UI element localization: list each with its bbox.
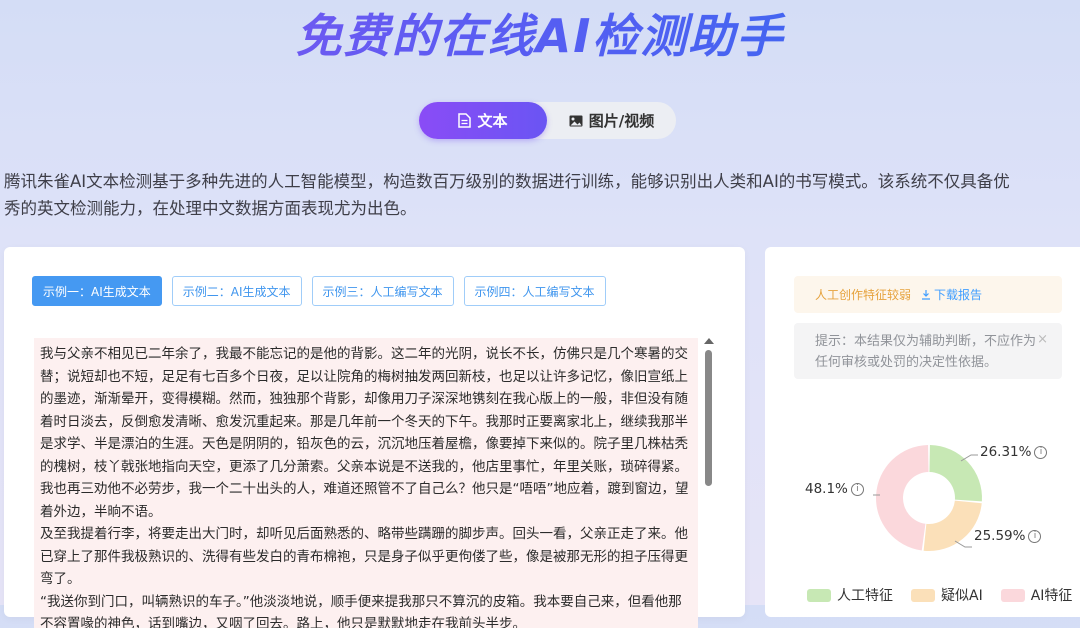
example-4-button[interactable]: 示例四：人工编写文本	[464, 276, 606, 306]
description: 腾讯朱雀AI文本检测基于多种先进的人工智能模型，构造数百万级别的数据进行训练，能…	[4, 168, 1080, 222]
chart-label-ai: 48.1% i	[805, 481, 864, 497]
legend-item-suspected[interactable]: 疑似AI	[911, 585, 983, 605]
input-card: 示例一：AI生成文本 示例二：AI生成文本 示例三：人工编写文本 示例四：人工编…	[4, 247, 745, 617]
legend-swatch-ai	[1001, 589, 1025, 602]
info-icon[interactable]: i	[1028, 530, 1041, 543]
text-input-area[interactable]: 我与父亲不相见已二年余了，我最不能忘记的是他的背影。这二年的光阴，说长不长，仿佛…	[34, 338, 698, 628]
chart-label-human: 26.31% i	[980, 444, 1047, 460]
text-paragraph-3: “我送你到门口，叫辆熟识的车子。”他淡淡地说，顺手便来提我那只不算沉的皮箱。我本…	[34, 591, 698, 628]
example-3-button[interactable]: 示例三：人工编写文本	[312, 276, 454, 306]
feature-alert: 人工创作特征较弱 下载报告	[794, 276, 1062, 313]
text-scrollbar[interactable]	[703, 338, 715, 618]
info-icon[interactable]: i	[851, 483, 864, 496]
page-title: 免费的在线AI检测助手	[0, 4, 1080, 68]
image-icon	[569, 115, 583, 127]
chart-value-ai: 48.1%	[805, 481, 848, 497]
tab-text-label: 文本	[477, 110, 507, 131]
document-icon	[458, 113, 471, 128]
text-paragraph-2: 及至我提着行李，将要走出大门时，却听见后面熟悉的、略带些蹒跚的脚步声。回头一看，…	[34, 523, 698, 591]
scroll-up-arrow-icon[interactable]	[704, 338, 714, 344]
tab-image-video[interactable]: 图片/视频	[547, 102, 676, 139]
download-report-link[interactable]: 下载报告	[921, 286, 982, 303]
download-report-label: 下载报告	[934, 286, 982, 303]
download-icon	[921, 289, 931, 300]
feature-alert-text: 人工创作特征较弱	[815, 286, 911, 303]
legend-label-ai: AI特征	[1031, 585, 1073, 605]
chart-value-human: 26.31%	[980, 444, 1031, 460]
mode-tabs: 文本 图片/视频	[419, 102, 676, 139]
legend-label-suspected: 疑似AI	[941, 585, 983, 605]
chart-legend: 人工特征 疑似AI AI特征	[807, 585, 1072, 605]
donut-slice-human[interactable]	[929, 445, 982, 501]
chart-label-suspected: 25.59% i	[974, 528, 1041, 544]
tip-text: 提示：本结果仅为辅助判断，不应作为任何审核或处罚的决定性依据。	[815, 334, 1036, 370]
tab-text[interactable]: 文本	[419, 102, 547, 139]
tab-image-video-label: 图片/视频	[589, 110, 654, 131]
legend-item-human[interactable]: 人工特征	[807, 585, 893, 605]
description-line-1: 腾讯朱雀AI文本检测基于多种先进的人工智能模型，构造数百万级别的数据进行训练，能…	[4, 168, 1080, 195]
legend-item-ai[interactable]: AI特征	[1001, 585, 1073, 605]
result-card: 人工创作特征较弱 下载报告 提示：本结果仅为辅助判断，不应作为任何审核或处罚的决…	[765, 247, 1080, 617]
example-1-button[interactable]: 示例一：AI生成文本	[32, 276, 162, 306]
text-paragraph-1: 我与父亲不相见已二年余了，我最不能忘记的是他的背影。这二年的光阴，说长不长，仿佛…	[34, 338, 698, 523]
info-icon[interactable]: i	[1034, 446, 1047, 459]
legend-swatch-human	[807, 589, 831, 602]
legend-swatch-suspected	[911, 589, 935, 602]
example-buttons: 示例一：AI生成文本 示例二：AI生成文本 示例三：人工编写文本 示例四：人工编…	[32, 276, 606, 306]
example-2-button[interactable]: 示例二：AI生成文本	[172, 276, 302, 306]
tip-alert: 提示：本结果仅为辅助判断，不应作为任何审核或处罚的决定性依据。 ×	[794, 323, 1062, 379]
scroll-thumb[interactable]	[705, 350, 712, 486]
close-icon[interactable]: ×	[1037, 329, 1048, 350]
legend-label-human: 人工特征	[837, 585, 893, 605]
chart-value-suspected: 25.59%	[974, 528, 1025, 544]
description-line-2: 秀的英文检测能力，在处理中文数据方面表现尤为出色。	[4, 195, 1080, 222]
donut-slice-ai[interactable]	[876, 445, 929, 550]
